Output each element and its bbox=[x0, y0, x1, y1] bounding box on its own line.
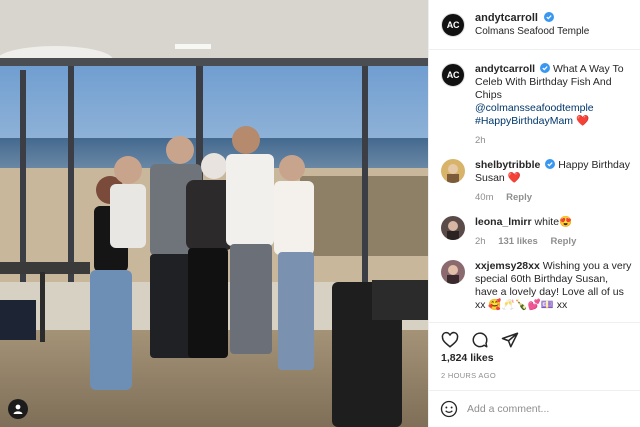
caption-hashtag[interactable]: #HappyBirthdayMam bbox=[475, 115, 573, 127]
comments-list[interactable]: AC andytcarroll What A Way To Celeb With… bbox=[429, 51, 640, 315]
comment-input[interactable] bbox=[467, 403, 627, 415]
comment-composer bbox=[429, 390, 640, 427]
user-tag-icon bbox=[13, 404, 23, 414]
comment-emoji: ❤️ bbox=[507, 172, 521, 184]
author-avatar[interactable]: AC bbox=[441, 12, 465, 37]
post-sidebar: AC andytcarroll Colmans Seafood Temple A… bbox=[428, 0, 640, 427]
caption: AC andytcarroll What A Way To Celeb With… bbox=[441, 63, 633, 147]
reply-button[interactable]: Reply bbox=[550, 236, 576, 247]
heart-icon bbox=[441, 331, 459, 348]
comment-username[interactable]: shelbytribble bbox=[475, 159, 540, 171]
emoji-button[interactable] bbox=[439, 399, 459, 419]
author-username[interactable]: andytcarroll bbox=[475, 12, 538, 24]
user-tag-button[interactable] bbox=[8, 399, 28, 419]
caption-avatar[interactable]: AC bbox=[441, 63, 465, 87]
commenter-avatar[interactable] bbox=[441, 159, 465, 183]
comment-item: leona_lmirr white😍 2h 131 likes Reply bbox=[441, 216, 633, 248]
verified-badge-icon bbox=[544, 12, 555, 22]
caption-time[interactable]: 2h bbox=[475, 135, 486, 146]
caption-username[interactable]: andytcarroll bbox=[475, 63, 535, 75]
comment-emoji: 🥰🥂🍾💕💷 xx bbox=[488, 299, 568, 311]
post-timestamp: 2 HOURS AGO bbox=[441, 371, 496, 380]
reply-button[interactable]: Reply bbox=[506, 192, 532, 203]
comment-emoji: 😍 bbox=[559, 216, 573, 228]
share-button[interactable] bbox=[499, 329, 521, 351]
verified-badge-icon bbox=[540, 63, 551, 73]
comment-time[interactable]: 40m bbox=[475, 192, 493, 203]
like-button[interactable] bbox=[439, 329, 461, 351]
comment-username[interactable]: leona_lmirr bbox=[475, 216, 532, 228]
people-silhouettes bbox=[90, 126, 314, 390]
comment-time[interactable]: 2h bbox=[475, 236, 486, 247]
comment-item: xxjemsy28xx Wishing you a very special 6… bbox=[441, 260, 633, 312]
share-icon bbox=[501, 332, 519, 348]
post-location[interactable]: Colmans Seafood Temple bbox=[475, 25, 589, 39]
comment-username[interactable]: xxjemsy28xx bbox=[475, 260, 540, 272]
caption-emoji: ❤️ bbox=[575, 115, 590, 127]
commenter-avatar[interactable] bbox=[441, 260, 465, 284]
post-photo[interactable] bbox=[0, 0, 428, 427]
comment-text: white bbox=[534, 216, 560, 228]
post-header: AC andytcarroll Colmans Seafood Temple bbox=[429, 0, 640, 50]
comment-likes[interactable]: 131 likes bbox=[498, 236, 538, 247]
action-bar bbox=[429, 322, 640, 352]
comment-item: shelbytribble Happy Birthday Susan ❤️ 40… bbox=[441, 159, 633, 204]
verified-badge-icon bbox=[545, 159, 556, 169]
caption-mention[interactable]: @colmansseafoodtemple bbox=[475, 102, 633, 115]
emoji-icon bbox=[440, 400, 458, 418]
likes-count[interactable]: 1,824 likes bbox=[441, 352, 494, 364]
photo-illustration bbox=[0, 0, 428, 427]
comment-icon bbox=[472, 332, 488, 348]
commenter-avatar[interactable] bbox=[441, 216, 465, 240]
comment-button[interactable] bbox=[469, 329, 491, 351]
